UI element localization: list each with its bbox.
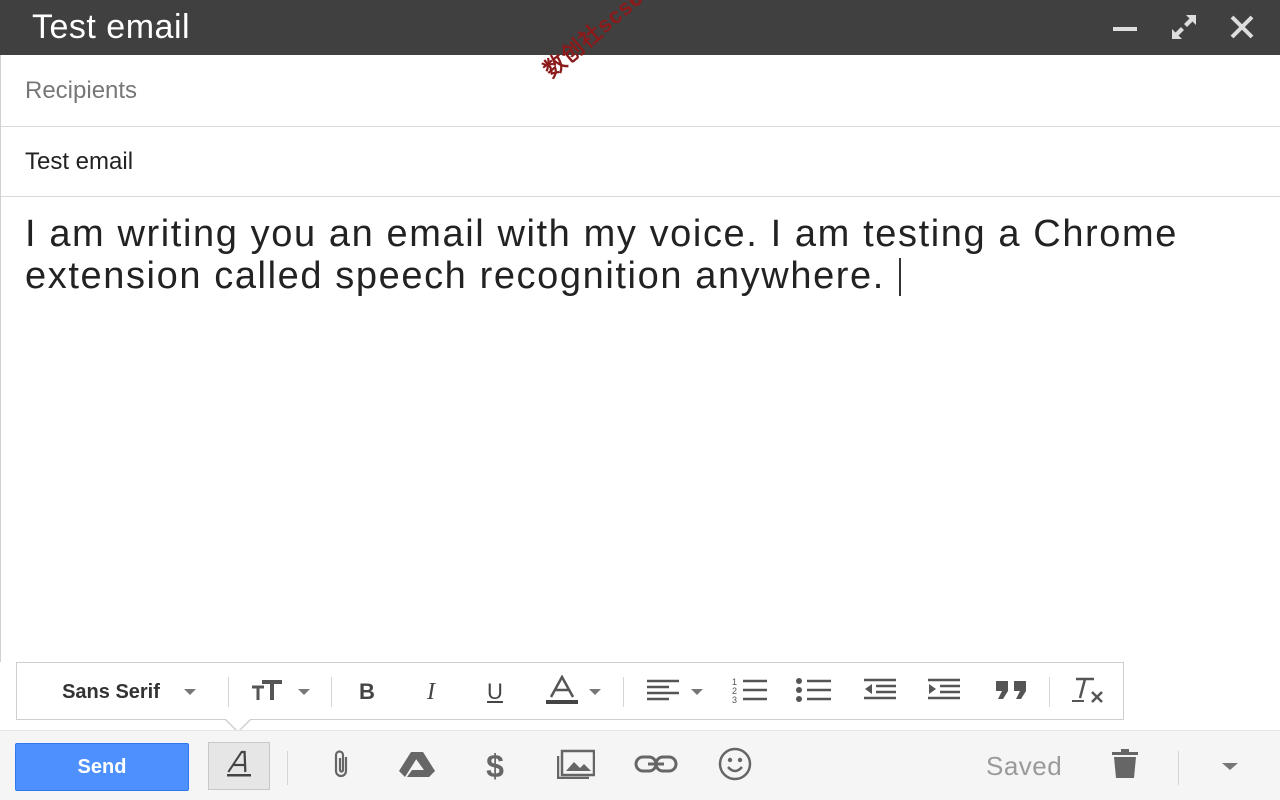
- formatting-options-button[interactable]: [208, 742, 270, 790]
- link-button[interactable]: [628, 739, 684, 793]
- underline-button[interactable]: U: [467, 663, 523, 721]
- indent-less-icon: [862, 678, 898, 707]
- indent-less-button[interactable]: [851, 663, 909, 721]
- font-family-label: Sans Serif: [62, 680, 160, 703]
- subject-row: [0, 127, 1280, 197]
- align-button[interactable]: [635, 663, 713, 721]
- link-icon: [634, 753, 678, 780]
- attach-icon: [329, 748, 353, 785]
- text-color-icon: [545, 673, 579, 710]
- text-size-icon: [250, 678, 288, 707]
- money-button[interactable]: $: [472, 739, 518, 793]
- more-options-icon: [1222, 762, 1238, 770]
- bulleted-list-icon: [795, 677, 833, 708]
- drive-icon: [398, 750, 436, 783]
- recipients-row: [0, 55, 1280, 127]
- emoji-button[interactable]: [712, 739, 758, 793]
- trash-icon: [1110, 748, 1140, 784]
- photo-button[interactable]: [552, 739, 600, 793]
- italic-button[interactable]: I: [403, 663, 459, 721]
- money-icon: $: [486, 747, 504, 784]
- remove-formatting-button[interactable]: [1059, 663, 1117, 721]
- italic-icon: I: [427, 678, 435, 705]
- font-family-select[interactable]: Sans Serif: [39, 663, 219, 721]
- divider: [228, 677, 229, 707]
- message-body[interactable]: I am writing you an email with my voice.…: [0, 197, 1280, 662]
- chevron-down-icon: [298, 689, 310, 695]
- minimize-icon[interactable]: [1108, 10, 1142, 44]
- divider: [331, 677, 332, 707]
- indent-more-icon: [926, 678, 962, 707]
- photo-icon: [556, 749, 596, 784]
- quote-icon: [994, 679, 1030, 706]
- discard-draft-button[interactable]: [1102, 739, 1148, 793]
- chevron-down-icon: [589, 689, 601, 695]
- bulleted-list-button[interactable]: [785, 663, 843, 721]
- subject-input[interactable]: [25, 127, 1225, 196]
- numbered-list-button[interactable]: 123: [721, 663, 779, 721]
- underline-icon: U: [487, 679, 503, 704]
- text-color-button[interactable]: [533, 663, 613, 721]
- text-size-button[interactable]: [241, 663, 319, 721]
- divider: [623, 677, 624, 707]
- compose-title: Test email: [32, 8, 191, 46]
- svg-text:3: 3: [732, 695, 737, 704]
- send-button[interactable]: Send: [15, 743, 189, 791]
- more-options-button[interactable]: [1208, 739, 1252, 793]
- divider: [287, 751, 288, 785]
- bold-button[interactable]: B: [339, 663, 395, 721]
- message-body-text[interactable]: I am writing you an email with my voice.…: [25, 213, 1255, 297]
- quote-button[interactable]: [983, 663, 1041, 721]
- bold-icon: B: [359, 679, 375, 704]
- formatting-toolbar: Sans Serif B I U 123: [16, 662, 1124, 720]
- remove-formatting-icon: [1070, 676, 1106, 709]
- expand-icon[interactable]: [1167, 10, 1201, 44]
- chevron-down-icon: [183, 689, 196, 695]
- divider: [1049, 677, 1050, 707]
- divider: [1178, 751, 1179, 785]
- close-icon[interactable]: [1225, 10, 1259, 44]
- text-caret: [898, 258, 901, 296]
- saved-status: Saved: [986, 751, 1063, 781]
- align-icon: [645, 679, 681, 706]
- message-text: I am writing you an email with my voice.…: [25, 213, 1179, 297]
- compose-bottombar: Send $ Saved: [0, 730, 1280, 800]
- recipients-input[interactable]: [25, 55, 1225, 126]
- attach-button[interactable]: [318, 739, 364, 793]
- emoji-icon: [718, 747, 752, 786]
- numbered-list-icon: 123: [731, 676, 769, 709]
- formatting-options-icon: [224, 750, 254, 783]
- drive-button[interactable]: [392, 739, 442, 793]
- chevron-down-icon: [691, 689, 703, 695]
- indent-more-button[interactable]: [915, 663, 973, 721]
